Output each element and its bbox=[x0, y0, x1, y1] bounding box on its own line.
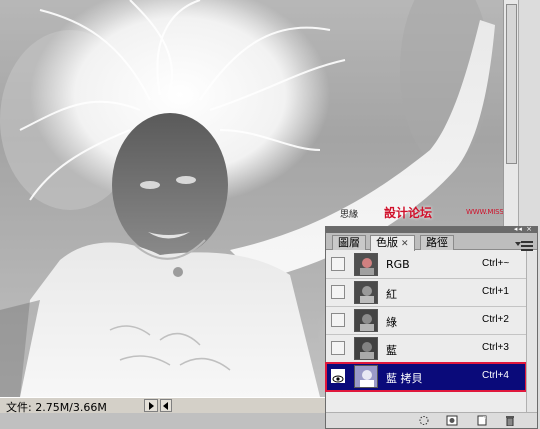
panel-grip-icon[interactable]: ◂◂ × bbox=[514, 226, 533, 233]
channel-thumbnail bbox=[354, 253, 378, 276]
channel-shortcut: Ctrl+4 bbox=[482, 370, 509, 381]
tab-layers[interactable]: 圖層 bbox=[332, 235, 366, 250]
tab-paths-label: 路徑 bbox=[426, 236, 448, 249]
channel-name: 藍 bbox=[386, 344, 397, 357]
channel-name: 綠 bbox=[386, 316, 397, 329]
trash-icon[interactable] bbox=[504, 415, 516, 426]
watermark-red-text: 設计论坛 bbox=[384, 206, 433, 220]
channel-row-green[interactable]: 綠 Ctrl+2 bbox=[326, 307, 526, 335]
status-menu-arrow-icon[interactable] bbox=[144, 399, 158, 412]
channel-shortcut: Ctrl+1 bbox=[482, 286, 509, 297]
channel-thumbnail bbox=[354, 365, 378, 388]
channel-row-red[interactable]: 紅 Ctrl+1 bbox=[326, 279, 526, 307]
channel-row-rgb[interactable]: RGB Ctrl+~ bbox=[326, 251, 526, 279]
load-selection-icon[interactable] bbox=[418, 415, 430, 426]
tab-channels[interactable]: 色版 ✕ bbox=[370, 235, 415, 251]
channel-shortcut: Ctrl+~ bbox=[482, 258, 510, 269]
visibility-toggle[interactable] bbox=[331, 285, 345, 299]
channel-thumbnail bbox=[354, 309, 378, 332]
visibility-toggle[interactable] bbox=[331, 341, 345, 355]
scroll-left-arrow-icon[interactable] bbox=[160, 399, 172, 412]
channel-thumbnail bbox=[354, 337, 378, 360]
channel-name: RGB bbox=[386, 258, 410, 271]
visibility-toggle[interactable] bbox=[331, 313, 345, 327]
panel-tabbar: 圖層 色版 ✕ 路徑 bbox=[326, 233, 537, 251]
channel-list: RGB Ctrl+~ 紅 Ctrl+1 綠 Ctrl+2 藍 Ctrl+3 藍 … bbox=[325, 251, 527, 412]
tab-close-icon[interactable]: ✕ bbox=[401, 239, 409, 249]
channel-row-blue[interactable]: 藍 Ctrl+3 bbox=[326, 335, 526, 363]
channel-shortcut: Ctrl+2 bbox=[482, 314, 509, 325]
save-selection-icon[interactable] bbox=[446, 415, 458, 426]
channel-name: 藍 拷貝 bbox=[386, 372, 423, 385]
channels-panel: ◂◂ × 圖層 色版 ✕ 路徑 RGB Ctrl+~ 紅 Ctrl+1 綠 Ct… bbox=[325, 226, 538, 429]
watermark-prefix: 思緣 bbox=[340, 210, 359, 220]
channel-row-blue-copy[interactable]: 藍 拷貝 Ctrl+4 bbox=[325, 362, 527, 392]
visibility-toggle[interactable] bbox=[331, 257, 345, 271]
new-channel-icon[interactable] bbox=[476, 415, 488, 426]
panel-footer bbox=[326, 412, 537, 428]
tab-paths[interactable]: 路徑 bbox=[420, 235, 454, 250]
channel-shortcut: Ctrl+3 bbox=[482, 342, 509, 353]
channel-name: 紅 bbox=[386, 288, 397, 301]
tab-layers-label: 圖層 bbox=[338, 236, 360, 249]
eye-icon[interactable] bbox=[331, 369, 345, 383]
tab-channels-label: 色版 bbox=[376, 236, 398, 249]
watermark-text: 設计论坛 bbox=[362, 204, 432, 221]
panel-scrollbar[interactable] bbox=[526, 251, 537, 412]
scroll-thumb[interactable] bbox=[506, 4, 517, 164]
panel-menu-icon[interactable] bbox=[515, 241, 533, 251]
channel-thumbnail bbox=[354, 281, 378, 304]
